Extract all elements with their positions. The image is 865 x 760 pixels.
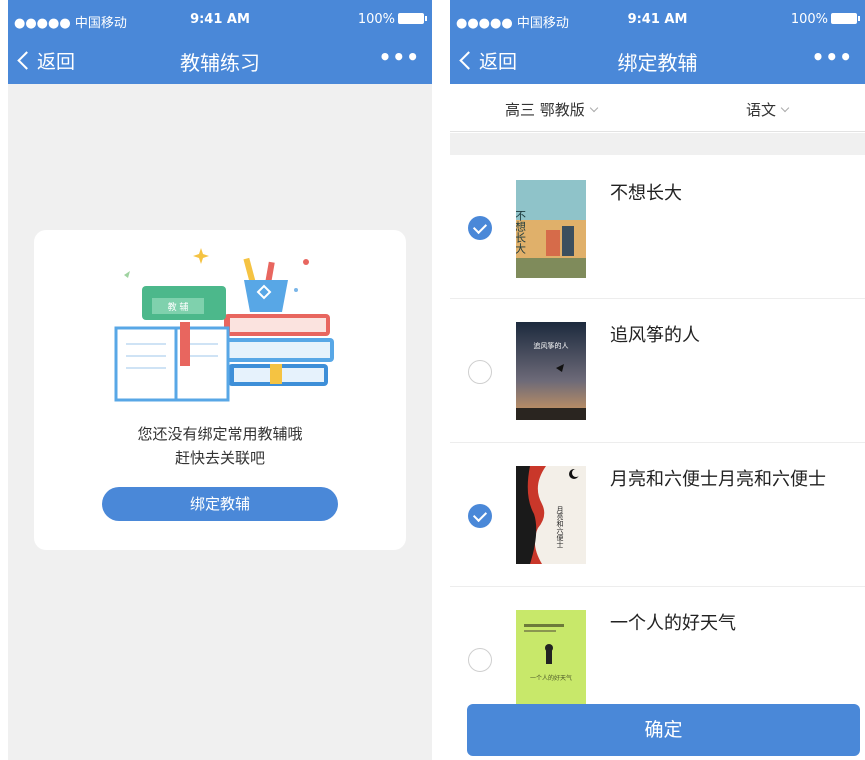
cover-text: 一个人的好天气 [530, 674, 572, 682]
right-screen: ●●●●● 中国移动 9:41 AM 100% 返回 绑定教辅 ••• 高三 鄂… [450, 0, 865, 760]
cover-text: 不想长大 [516, 210, 527, 254]
battery-label: 100% [790, 12, 828, 27]
grade-edition-label: 高三 鄂教版 [505, 101, 585, 119]
book-item[interactable]: 追风筝的人 追风筝的人 [450, 300, 865, 443]
book-title: 月亮和六便士月亮和六便士 [610, 469, 826, 490]
bind-textbook-button[interactable]: 绑定教辅 [102, 487, 338, 521]
battery-icon [831, 13, 860, 24]
more-button[interactable]: ••• [812, 45, 853, 69]
book-title: 一个人的好天气 [610, 613, 736, 634]
books-illustration-icon: 教 辅 [114, 248, 334, 402]
section-divider [450, 133, 865, 155]
battery-indicator: 100% [357, 12, 427, 27]
empty-message: 您还没有绑定常用教辅哦 赶快去关联吧 [34, 422, 406, 470]
cover-text: 月亮和六便士 [556, 506, 564, 548]
battery-icon [398, 13, 427, 24]
nav-bar: 返回 教辅练习 ••• [8, 37, 432, 84]
subject-dropdown[interactable]: 语文 [746, 99, 790, 120]
chevron-down-icon [589, 103, 599, 113]
book-cover: 不想长大 [516, 180, 586, 278]
book-item[interactable]: 月亮和六便士 月亮和六便士月亮和六便士 [450, 444, 865, 587]
filter-bar: 高三 鄂教版 语文 [450, 84, 865, 132]
subject-label: 语文 [746, 101, 777, 119]
book-item[interactable]: 不想长大 不想长大 [450, 156, 865, 299]
illustration-label: 教 辅 [168, 301, 189, 313]
cover-text: 追风筝的人 [534, 341, 569, 350]
page-title: 绑定教辅 [617, 51, 698, 75]
status-bar: ●●●●● 中国移动 9:41 AM 100% [8, 0, 432, 37]
unchecked-icon[interactable] [468, 648, 492, 672]
empty-state-card: 教 辅 您还没有绑定常用教辅哦 赶快去关联吧 绑定教辅 [34, 230, 406, 550]
nav-bar: 返回 绑定教辅 ••• [450, 37, 865, 84]
empty-message-line2: 赶快去关联吧 [174, 449, 265, 467]
battery-label: 100% [357, 12, 395, 27]
confirm-button[interactable]: 确定 [467, 704, 860, 756]
checked-icon[interactable] [468, 504, 492, 528]
book-cover: 追风筝的人 [516, 322, 586, 420]
book-cover: 一个人的好天气 [516, 610, 586, 708]
status-bar: ●●●●● 中国移动 9:41 AM 100% [450, 0, 865, 37]
checked-icon[interactable] [468, 216, 492, 240]
empty-message-line1: 您还没有绑定常用教辅哦 [137, 425, 303, 443]
more-button[interactable]: ••• [379, 45, 420, 69]
grade-edition-dropdown[interactable]: 高三 鄂教版 [505, 99, 599, 120]
book-title: 不想长大 [610, 183, 682, 204]
battery-indicator: 100% [790, 12, 860, 27]
chevron-down-icon [780, 103, 790, 113]
page-title: 教辅练习 [180, 51, 260, 75]
unchecked-icon[interactable] [468, 360, 492, 384]
left-screen: ●●●●● 中国移动 9:41 AM 100% 返回 教辅练习 ••• 教 辅 … [8, 0, 432, 760]
book-cover: 月亮和六便士 [516, 466, 586, 564]
book-title: 追风筝的人 [610, 325, 700, 346]
